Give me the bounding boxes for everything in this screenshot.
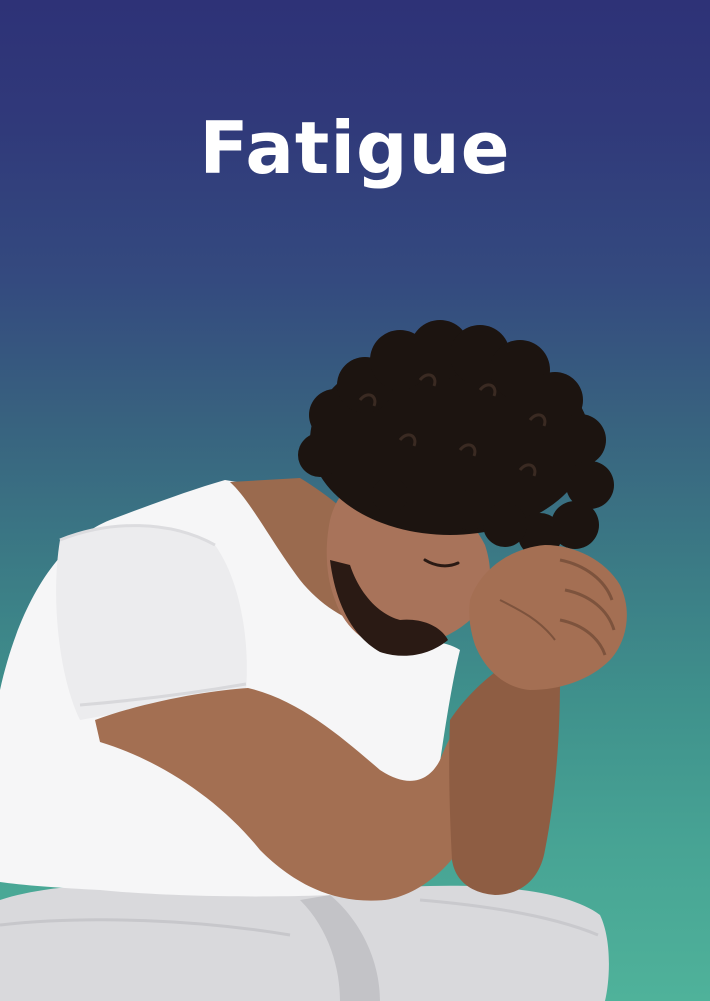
person-head-in-hands-illustration bbox=[0, 320, 627, 1001]
clasped-hands bbox=[469, 545, 627, 690]
fatigue-card: Fatigue bbox=[0, 0, 710, 1001]
sweatpants bbox=[0, 884, 609, 1001]
